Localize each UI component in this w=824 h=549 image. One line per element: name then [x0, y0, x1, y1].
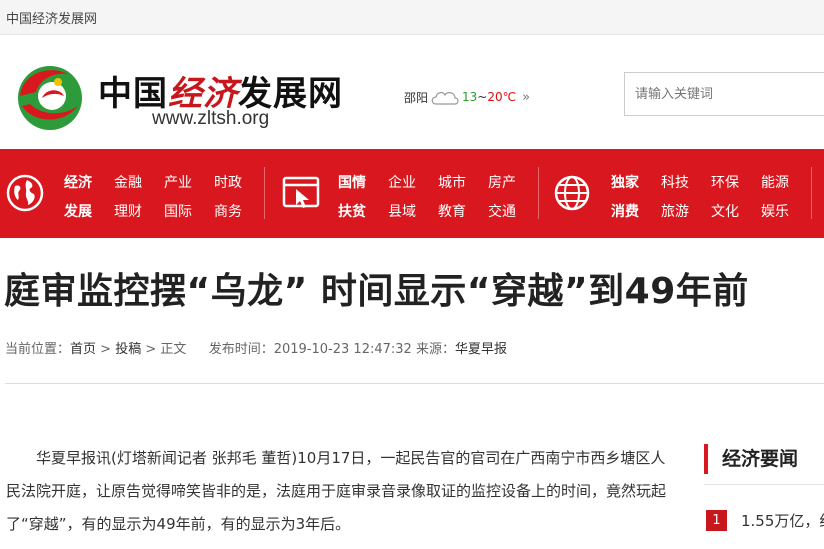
sidebar-title: 经济要闻: [704, 444, 798, 474]
nav-link-education[interactable]: 教育: [438, 201, 488, 221]
article-paragraph: 华夏早报讯(灯塔新闻记者 张邦毛 董哲)10月17日，一起民告官的官司在广西南宁…: [6, 449, 667, 533]
nav-link-county[interactable]: 县域: [388, 201, 438, 221]
news-rank-badge: 1: [706, 509, 727, 531]
weather-high: 20: [487, 90, 503, 104]
nav-link-travel[interactable]: 旅游: [661, 201, 711, 221]
nav-link-politics[interactable]: 时政: [214, 172, 264, 192]
nav-link-city[interactable]: 城市: [438, 172, 488, 192]
breadcrumb-section-link[interactable]: 投稿: [115, 342, 141, 357]
nav-link-international[interactable]: 国际: [164, 201, 214, 221]
top-bar-site-label[interactable]: 中国经济发展网: [6, 8, 97, 27]
article-title: 庭审监控摆“乌龙” 时间显示“穿越”到49年前: [4, 271, 749, 312]
search-box[interactable]: [624, 72, 824, 116]
weather-sep: ~: [477, 90, 488, 104]
breadcrumb-separator: >: [100, 342, 112, 357]
source-name: 华夏早报: [454, 342, 507, 357]
weather-more-icon[interactable]: »: [522, 90, 530, 105]
sidebar-news-item[interactable]: 1 1.55万亿，红: [706, 509, 824, 531]
nav-divider: [811, 167, 812, 219]
nav-link-national[interactable]: 国情: [338, 172, 388, 192]
site-url[interactable]: www.zltsh.org: [152, 108, 269, 130]
nav-link-realestate[interactable]: 房产: [488, 172, 538, 192]
weather-widget[interactable]: 邵阳 13 ~20 ℃ »: [404, 88, 530, 106]
nav-link-culture[interactable]: 文化: [711, 201, 761, 221]
globe-icon: [6, 174, 44, 212]
nav-link-transport[interactable]: 交通: [488, 201, 538, 221]
nav-link-tech[interactable]: 科技: [661, 172, 711, 192]
nav-group-exclusive: 独家 科技 环保 能源 消费 旅游 文化 娱乐: [611, 167, 811, 225]
cursor-window-icon: [282, 176, 320, 208]
breadcrumb-home-link[interactable]: 首页: [70, 342, 96, 357]
nav-link-enterprise[interactable]: 企业: [388, 172, 438, 192]
nav-link-economy[interactable]: 经济: [64, 172, 114, 192]
nav-link-consumption[interactable]: 消费: [611, 201, 661, 221]
nav-link-development[interactable]: 发展: [64, 201, 114, 221]
nav-link-wealth[interactable]: 理财: [114, 201, 164, 221]
search-input[interactable]: [633, 73, 817, 115]
published-label: 发布时间：: [208, 342, 274, 357]
nav-link-energy[interactable]: 能源: [761, 172, 811, 192]
nav-link-industry[interactable]: 产业: [164, 172, 214, 192]
breadcrumb-current: 正文: [160, 342, 187, 357]
nav-group-economy: 经济 金融 产业 时政 发展 理财 国际 商务: [64, 167, 264, 225]
nav-divider: [264, 167, 265, 219]
nav-link-exclusive[interactable]: 独家: [611, 172, 661, 192]
nav-link-poverty[interactable]: 扶贫: [338, 201, 388, 221]
published-time: 2019-10-23 12:47:32: [273, 342, 412, 357]
nav-divider: [538, 167, 539, 219]
site-logo-icon[interactable]: [12, 60, 86, 132]
source-label: 来源：: [415, 342, 455, 357]
weather-unit: ℃: [502, 90, 517, 104]
divider: [5, 383, 824, 384]
nav-group-national: 国情 企业 城市 房产 扶贫 县域 教育 交通: [338, 167, 538, 225]
nav-link-finance[interactable]: 金融: [114, 172, 164, 192]
breadcrumb-separator: >: [145, 342, 157, 357]
weather-city: 邵阳: [404, 90, 429, 105]
breadcrumb-label: 当前位置：: [5, 342, 71, 357]
top-bar: 中国经济发展网: [0, 0, 824, 35]
web-globe-icon: [554, 175, 590, 211]
nav-link-entertainment[interactable]: 娱乐: [761, 201, 811, 221]
main-nav: 经济 金融 产业 时政 发展 理财 国际 商务 国情 企业 城市 房产 扶贫 县…: [0, 149, 824, 238]
nav-link-environment[interactable]: 环保: [711, 172, 761, 192]
sidebar-divider: [704, 484, 824, 485]
weather-low: 13: [462, 90, 478, 104]
nav-link-business[interactable]: 商务: [214, 201, 264, 221]
cloud-icon: [431, 91, 459, 105]
article-body: 华夏早报讯(灯塔新闻记者 张邦毛 董哲)10月17日，一起民告官的官司在广西南宁…: [6, 442, 666, 541]
news-item-title[interactable]: 1.55万亿，红: [741, 510, 824, 531]
article-meta: 当前位置：首页 > 投稿 > 正文 发布时间：2019-10-23 12:47:…: [5, 338, 507, 357]
